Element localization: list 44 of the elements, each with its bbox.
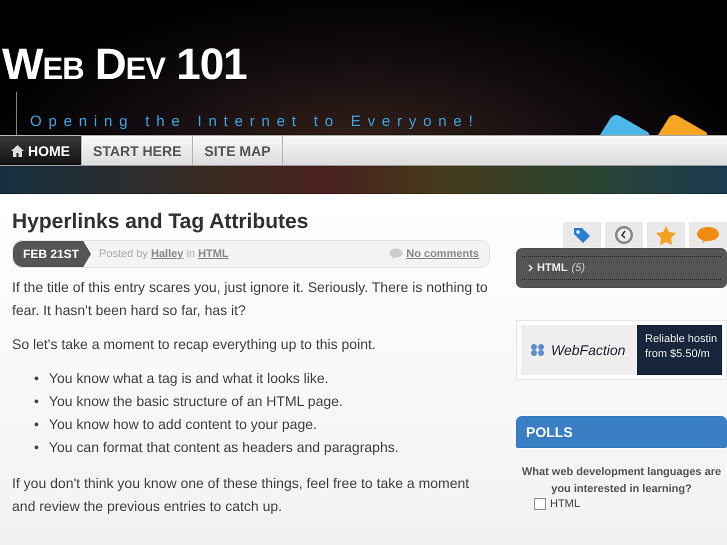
sidebar-tab[interactable] [563, 222, 601, 248]
site-title[interactable]: WEB DEV 101 [2, 40, 247, 90]
nav-tab[interactable]: SITE MAP [193, 136, 283, 165]
category-link[interactable]: HTML [198, 248, 229, 260]
ad-banner[interactable]: WebFaction Reliable hostin from $5.50/m [516, 320, 727, 380]
speech-bubble-icon [389, 248, 404, 260]
post-date: FEB 21ST [13, 241, 92, 267]
speech-bubble-icon [696, 226, 720, 244]
post-byline: Posted by Halley in HTML [99, 248, 229, 260]
nav-tab[interactable]: START HERE [82, 136, 194, 165]
list-item: You know the basic structure of an HTML page. [48, 392, 343, 411]
poll-question: What web development languages are you interested in learning? [520, 465, 722, 497]
list-item: You know how to add content to your page. [48, 415, 317, 434]
post-paragraph: If the title of this entry scares you, just ignore it. Seriously. There is nothing to fear. It hasn't been hard so far, has it? [12, 278, 489, 320]
clock-icon [614, 225, 634, 245]
site-tagline: Opening the Internet to Everyone! [30, 113, 480, 130]
comments-link[interactable]: No comments [406, 248, 479, 260]
post-paragraph: So let's take a moment to recap everything up to this point. [12, 335, 377, 354]
sidebar-tab[interactable] [647, 222, 685, 248]
category-link[interactable]: HTML [537, 262, 568, 274]
list-item: You can format that content as headers and paragraphs. [48, 438, 399, 457]
polls-heading: POLLS [516, 416, 727, 448]
star-icon [655, 225, 677, 245]
logo-icon [529, 342, 547, 358]
sidebar-tab[interactable] [605, 222, 643, 248]
bullet-marker: • [34, 369, 39, 388]
ad-text: Reliable hostin [645, 332, 718, 347]
bullet-marker: • [34, 392, 39, 411]
bullet-marker: • [34, 415, 39, 434]
category-count: (5) [572, 262, 585, 274]
nav-tab[interactable]: HOME [0, 136, 82, 165]
sidebar-tab[interactable] [689, 222, 727, 248]
home-icon [11, 144, 24, 156]
author-link[interactable]: Halley [151, 248, 184, 260]
bullet-marker: • [34, 438, 39, 457]
ad-text: from $5.50/m [645, 347, 711, 362]
post-title[interactable]: Hyperlinks and Tag Attributes [12, 210, 490, 234]
post-paragraph: If you don't think you know one of these things, feel free to take a moment and review the previous entries to catch up. [12, 474, 470, 516]
poll-option: HTML [550, 498, 580, 510]
chevron-icon [528, 264, 533, 272]
ad-brand: WebFaction [551, 342, 626, 358]
checkbox[interactable] [534, 498, 546, 510]
list-item: You know what a tag is and what it looks like. [48, 369, 329, 388]
tag-icon [572, 226, 592, 244]
